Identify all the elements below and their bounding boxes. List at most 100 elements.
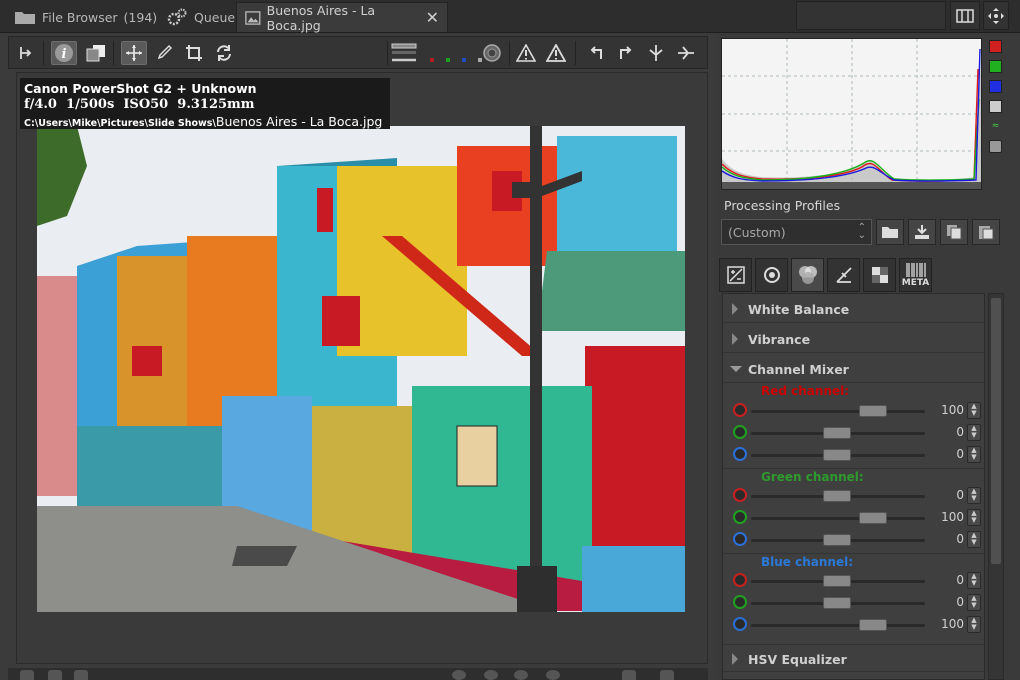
tab-raw[interactable] bbox=[863, 258, 896, 292]
red-blue-value[interactable]: 0 bbox=[924, 447, 964, 461]
red-green-slider[interactable]: 0 ▲ ▼ bbox=[723, 423, 984, 443]
rotate-left-button[interactable] bbox=[583, 41, 609, 65]
rotate-right-button[interactable] bbox=[613, 41, 639, 65]
slider-thumb[interactable] bbox=[823, 597, 851, 609]
spin-button[interactable]: ▲ ▼ bbox=[967, 616, 981, 633]
spin-button[interactable]: ▲ ▼ bbox=[967, 446, 981, 463]
spin-button[interactable]: ▲ ▼ bbox=[967, 594, 981, 611]
flip-horizontal-button[interactable] bbox=[673, 41, 699, 65]
processing-profile-select[interactable]: (Custom) ⌃ ⌄ bbox=[721, 219, 872, 245]
spin-button[interactable]: ▲ ▼ bbox=[967, 509, 981, 526]
blue-green-value[interactable]: 0 bbox=[924, 595, 964, 609]
tab-editor[interactable]: Buenos Aires - La Boca.jpg ✕ bbox=[236, 2, 448, 33]
spin-button[interactable]: ▲ ▼ bbox=[967, 487, 981, 504]
histogram-blue-toggle[interactable] bbox=[989, 80, 1002, 93]
green-channel-title: Green channel: bbox=[761, 470, 864, 484]
paste-profile-button[interactable] bbox=[972, 219, 1000, 245]
spin-button[interactable]: ▲ ▼ bbox=[967, 402, 981, 419]
blue-blue-slider[interactable]: 100 ▲ ▼ bbox=[723, 615, 984, 635]
slider-thumb[interactable] bbox=[859, 512, 887, 524]
slider-thumb[interactable] bbox=[859, 619, 887, 631]
flip-vertical-button[interactable] bbox=[643, 41, 669, 65]
crop-tool-icon bbox=[186, 45, 202, 61]
spin-button[interactable]: ▲ ▼ bbox=[967, 572, 981, 589]
green-red-value[interactable]: 0 bbox=[924, 488, 964, 502]
red-red-slider[interactable]: 100 ▲ ▼ bbox=[723, 401, 984, 421]
highlight-clip-button[interactable] bbox=[543, 41, 569, 65]
zoom-fit-icon[interactable] bbox=[514, 670, 528, 680]
paste-icon bbox=[979, 226, 994, 240]
folder-open-icon bbox=[882, 227, 898, 238]
close-icon[interactable]: ✕ bbox=[426, 8, 439, 27]
tool-panel-scrollbar[interactable] bbox=[988, 293, 1004, 680]
rotate-left-icon bbox=[590, 46, 602, 59]
focus-mask-button[interactable] bbox=[479, 41, 505, 65]
before-after-button[interactable] bbox=[83, 41, 109, 65]
slider-thumb[interactable] bbox=[823, 534, 851, 546]
slider-thumb[interactable] bbox=[823, 490, 851, 502]
shadow-clip-button[interactable] bbox=[513, 41, 539, 65]
red-green-value[interactable]: 0 bbox=[924, 425, 964, 439]
tab-transform[interactable] bbox=[827, 258, 860, 292]
transform-icon bbox=[835, 267, 852, 283]
slider-thumb[interactable] bbox=[859, 405, 887, 417]
spin-button[interactable]: ▲ ▼ bbox=[967, 531, 981, 548]
slider-thumb[interactable] bbox=[823, 449, 851, 461]
hide-history-button[interactable] bbox=[13, 41, 39, 65]
blue-blue-value[interactable]: 100 bbox=[924, 617, 964, 631]
open-profile-button[interactable] bbox=[876, 219, 904, 245]
blue-red-value[interactable]: 0 bbox=[924, 573, 964, 587]
iso-value: ISO50 bbox=[123, 97, 169, 112]
crop-button[interactable] bbox=[181, 41, 207, 65]
zoom-100-icon[interactable] bbox=[546, 670, 560, 680]
histogram-red-toggle[interactable] bbox=[989, 40, 1002, 53]
copy-profile-button[interactable] bbox=[940, 219, 968, 245]
zoom-out-icon[interactable] bbox=[452, 670, 466, 680]
green-red-slider[interactable]: 0 ▲ ▼ bbox=[723, 486, 984, 506]
tab-file-browser[interactable]: File Browser (194) bbox=[6, 2, 165, 32]
window-icon[interactable] bbox=[622, 670, 636, 680]
red-red-value[interactable]: 100 bbox=[924, 403, 964, 417]
spin-button[interactable]: ▲ ▼ bbox=[967, 424, 981, 441]
preview-channel-button[interactable] bbox=[389, 41, 419, 65]
tab-exposure[interactable] bbox=[719, 258, 752, 292]
section-channel-mixer[interactable]: Channel Mixer bbox=[723, 355, 984, 383]
section-white-balance[interactable]: White Balance bbox=[723, 295, 984, 323]
slider-thumb[interactable] bbox=[823, 575, 851, 587]
tab-metadata[interactable]: META bbox=[899, 258, 932, 292]
section-vibrance-label: Vibrance bbox=[748, 332, 811, 347]
panel-toggle-button[interactable] bbox=[950, 1, 980, 30]
section-hsv-equalizer[interactable]: HSV Equalizer bbox=[723, 644, 984, 672]
color-picker-button[interactable] bbox=[151, 41, 177, 65]
histogram-green-toggle[interactable] bbox=[989, 60, 1002, 73]
tab-queue[interactable]: Queue bbox=[158, 2, 243, 32]
blue-green-slider[interactable]: 0 ▲ ▼ bbox=[723, 593, 984, 613]
histogram-luminance-toggle[interactable] bbox=[989, 100, 1002, 113]
queue-add-icon[interactable] bbox=[48, 670, 62, 680]
crop-icon[interactable] bbox=[660, 670, 674, 680]
hand-tool-button[interactable] bbox=[121, 41, 147, 65]
tab-detail[interactable] bbox=[755, 258, 788, 292]
zoom-in-icon[interactable] bbox=[484, 670, 498, 680]
save-profile-button[interactable] bbox=[908, 219, 936, 245]
scrollbar-thumb[interactable] bbox=[991, 298, 1001, 564]
slider-thumb[interactable] bbox=[823, 427, 851, 439]
green-blue-value[interactable]: 0 bbox=[924, 532, 964, 546]
straighten-button[interactable] bbox=[211, 41, 237, 65]
info-button[interactable]: i bbox=[51, 41, 77, 65]
histogram-raw-toggle[interactable]: ≈ bbox=[989, 120, 1002, 133]
send-icon[interactable] bbox=[74, 670, 88, 680]
blue-red-slider[interactable]: 0 ▲ ▼ bbox=[723, 571, 984, 591]
tab-color[interactable] bbox=[791, 258, 824, 292]
histogram-bar-toggle[interactable] bbox=[989, 140, 1002, 153]
green-blue-slider[interactable]: 0 ▲ ▼ bbox=[723, 530, 984, 550]
red-blue-slider[interactable]: 0 ▲ ▼ bbox=[723, 445, 984, 465]
green-green-slider[interactable]: 100 ▲ ▼ bbox=[723, 508, 984, 528]
green-green-value[interactable]: 100 bbox=[924, 510, 964, 524]
fullscreen-button[interactable] bbox=[983, 1, 1009, 30]
shutter-value: 1/500s bbox=[66, 97, 115, 112]
section-vibrance[interactable]: Vibrance bbox=[723, 325, 984, 353]
processing-profiles-title: Processing Profiles bbox=[724, 198, 841, 213]
warning-icon bbox=[516, 44, 536, 62]
save-icon[interactable] bbox=[20, 670, 34, 680]
